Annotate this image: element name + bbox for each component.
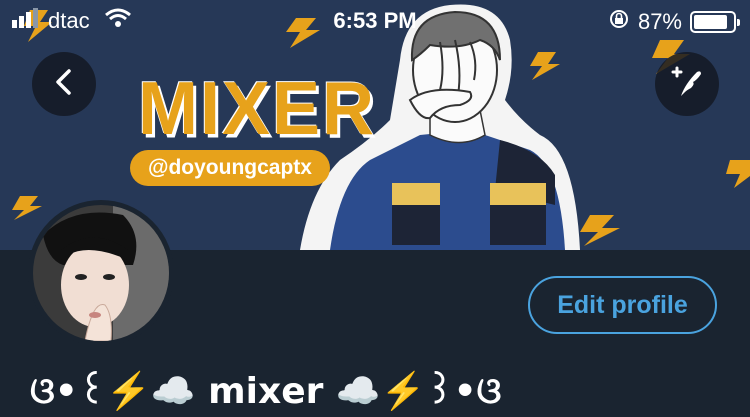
banner-title: MIXER (138, 67, 377, 151)
banner-handle: @doyoungcaptx (130, 150, 330, 186)
chevron-left-icon (52, 67, 76, 102)
back-button[interactable] (32, 52, 96, 116)
avatar-photo (33, 205, 169, 341)
profile-display-name: ଓ•꒰⚡️☁️ mixer ☁️⚡️꒱•ଓ (30, 371, 502, 412)
orientation-lock-icon (608, 8, 630, 36)
status-right-group: 87% (608, 8, 740, 36)
battery-fill (694, 15, 728, 29)
profile-avatar[interactable] (28, 200, 174, 346)
status-bar: dtac 6:53 PM 87% (0, 0, 750, 40)
battery-percent: 87% (637, 9, 682, 34)
edit-profile-button[interactable]: Edit profile (528, 276, 717, 334)
compose-tweet-button[interactable] (655, 52, 719, 116)
compose-feather-icon (667, 62, 707, 107)
battery-icon (690, 11, 740, 33)
